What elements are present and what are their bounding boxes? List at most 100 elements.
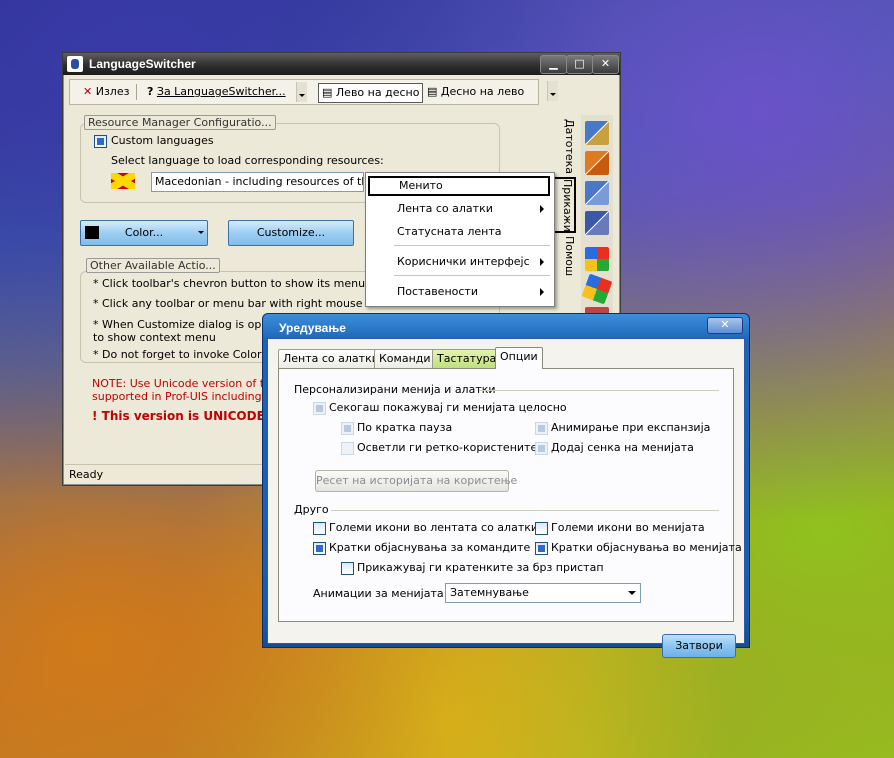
window-title: LanguageSwitcher bbox=[89, 57, 196, 71]
highlight-rare-label: Осветли ги ретко-користените bbox=[357, 441, 538, 454]
options-panel: Персонализирани менија и алатки Секогаш … bbox=[278, 368, 742, 622]
large-menu-icons-label: Големи икони во менијата bbox=[551, 521, 705, 534]
menu-animation-value: Затемнување bbox=[450, 586, 529, 599]
menu-tooltips-checkbox[interactable] bbox=[535, 542, 548, 555]
highlight-rare-checkbox[interactable] bbox=[341, 442, 354, 455]
chevron-down-icon bbox=[198, 231, 204, 237]
grid-icon[interactable] bbox=[585, 181, 609, 205]
reset-usage-button[interactable]: Ресет на историјата на користење bbox=[315, 470, 517, 492]
maximize-button[interactable]: □ bbox=[566, 55, 593, 74]
left-to-right-button[interactable]: ▤ Лево на десно bbox=[318, 83, 424, 103]
show-shortcuts-label: Прикажувај ги кратенките за брз пристап bbox=[357, 561, 604, 574]
menu-item-user-interface[interactable]: Кориснички интерфејс bbox=[368, 252, 550, 272]
section-personalized-heading: Персонализирани менија и алатки bbox=[294, 383, 496, 396]
title-bar[interactable]: LanguageSwitcher ▁ □ ✕ bbox=[63, 53, 620, 75]
app-icon bbox=[67, 56, 83, 72]
menu-file[interactable]: Датотека bbox=[552, 119, 576, 175]
resource-manager-group-title: Resource Manager Configuratio... bbox=[84, 115, 276, 130]
grid-icon[interactable] bbox=[585, 211, 609, 235]
vertical-menu-bar: Датотека Прикажи Помош bbox=[552, 109, 576, 279]
menu-tooltips-label: Кратки објаснувања во менијата bbox=[551, 541, 742, 554]
command-tooltips-label: Кратки објаснувања за командите bbox=[329, 541, 531, 554]
customize-button[interactable]: Customize... bbox=[228, 220, 354, 246]
large-toolbar-icons-label: Големи икони во лентата со алатки bbox=[329, 521, 539, 534]
tab-options[interactable]: Опции bbox=[495, 347, 543, 369]
color-swatch bbox=[85, 226, 99, 239]
about-button[interactable]: ? За LanguageSwitcher... bbox=[144, 83, 289, 101]
section-divider bbox=[331, 510, 719, 511]
exit-icon: ✕ bbox=[83, 85, 93, 98]
menu-help[interactable]: Помош bbox=[552, 235, 576, 277]
section-divider bbox=[479, 390, 719, 391]
menu-item-label: Поставености bbox=[397, 285, 478, 298]
menu-view[interactable]: Прикажи bbox=[552, 177, 576, 233]
chevron-down-icon bbox=[628, 591, 636, 595]
macedonia-flag-icon bbox=[111, 173, 135, 189]
custom-languages-checkbox[interactable] bbox=[94, 135, 107, 148]
tab-commands[interactable]: Команди bbox=[374, 349, 436, 368]
toolbar-chevron-button[interactable] bbox=[296, 82, 307, 102]
toolbar-chevron-button[interactable] bbox=[547, 81, 558, 101]
other-actions-group-title: Other Available Actio... bbox=[86, 258, 220, 273]
dialog-body: Лента со алатки Команди Тастатура Опции … bbox=[267, 338, 745, 658]
menu-separator bbox=[394, 245, 550, 246]
grid-icon[interactable] bbox=[585, 151, 609, 175]
close-button[interactable]: ✕ bbox=[592, 55, 619, 74]
always-show-full-menus-checkbox[interactable] bbox=[313, 402, 326, 415]
color-button[interactable]: Color... bbox=[80, 220, 208, 246]
status-text: Ready bbox=[69, 468, 104, 481]
menu-shadow-label: Додај сенка на менијата bbox=[551, 441, 694, 454]
note-line: NOTE: Use Unicode version of this bbox=[92, 377, 280, 390]
customize-dialog: Уредување ✕ Лента со алатки Команди Таст… bbox=[262, 313, 750, 658]
tab-keyboard[interactable]: Тастатура bbox=[432, 349, 502, 368]
menu-item-settings[interactable]: Поставености bbox=[368, 282, 550, 302]
tab-toolbars[interactable]: Лента со алатки bbox=[278, 349, 384, 368]
large-menu-icons-checkbox[interactable] bbox=[535, 522, 548, 535]
main-toolbar: ✕ Излез ? За LanguageSwitcher... ▤ Лево … bbox=[69, 79, 539, 105]
always-show-full-menus-label: Секогаш покажувај ги менијата целосно bbox=[329, 401, 567, 414]
about-label: За LanguageSwitcher... bbox=[156, 85, 286, 98]
language-combo[interactable]: Macedonian - including resources of this… bbox=[151, 172, 364, 192]
chevron-right-icon bbox=[540, 258, 544, 266]
help-icon: ? bbox=[147, 85, 154, 98]
note-line: supported in Prof-UIS including Chin bbox=[92, 390, 290, 403]
after-short-delay-checkbox[interactable] bbox=[341, 422, 354, 435]
dialog-close-button[interactable]: ✕ bbox=[707, 317, 743, 334]
rtl-label: Десно на лево bbox=[440, 85, 525, 98]
menu-separator bbox=[394, 275, 550, 276]
menu-item-label: Лента со алатки bbox=[397, 202, 493, 215]
menu-item-toolbars[interactable]: Лента со алатки bbox=[368, 199, 550, 219]
menu-animation-select[interactable]: Затемнување bbox=[445, 583, 641, 603]
custom-languages-label: Custom languages bbox=[111, 134, 214, 147]
right-to-left-button[interactable]: ▤ Десно на лево bbox=[424, 83, 527, 101]
context-menu: Менито Лента со алатки Статусната лента … bbox=[365, 172, 555, 307]
grid-icon[interactable] bbox=[585, 121, 609, 145]
chevron-right-icon bbox=[540, 288, 544, 296]
animate-expansion-checkbox[interactable] bbox=[535, 422, 548, 435]
windows-flag-icon[interactable] bbox=[581, 273, 613, 305]
text-direction-icon: ▤ bbox=[322, 86, 333, 99]
text-direction-icon: ▤ bbox=[427, 85, 438, 98]
close-dialog-button[interactable]: Затвори bbox=[662, 634, 736, 658]
menu-item-statusbar[interactable]: Статусната лента bbox=[368, 222, 550, 242]
large-toolbar-icons-checkbox[interactable] bbox=[313, 522, 326, 535]
menu-shadow-checkbox[interactable] bbox=[535, 442, 548, 455]
minimize-button[interactable]: ▁ bbox=[540, 55, 567, 74]
section-other-heading: Друго bbox=[294, 503, 329, 516]
exit-label: Излез bbox=[95, 85, 130, 98]
menu-animation-label: Анимации за менијата: bbox=[313, 587, 448, 600]
show-shortcuts-checkbox[interactable] bbox=[341, 562, 354, 575]
select-language-prompt: Select language to load corresponding re… bbox=[111, 154, 384, 167]
toolbar-extension bbox=[537, 79, 561, 103]
command-tooltips-checkbox[interactable] bbox=[313, 542, 326, 555]
chevron-right-icon bbox=[540, 205, 544, 213]
windows-flag-icon[interactable] bbox=[585, 247, 609, 271]
menu-item-menu[interactable]: Менито bbox=[368, 176, 550, 196]
after-short-delay-label: По кратка пауза bbox=[357, 421, 453, 434]
ltr-label: Лево на десно bbox=[335, 86, 420, 99]
animate-expansion-label: Анимирање при експанзија bbox=[551, 421, 711, 434]
toolbar-separator bbox=[136, 84, 137, 100]
exit-button[interactable]: ✕ Излез bbox=[80, 83, 132, 101]
dialog-title: Уредување bbox=[279, 321, 346, 335]
menu-item-label: Кориснички интерфејс bbox=[397, 255, 530, 268]
